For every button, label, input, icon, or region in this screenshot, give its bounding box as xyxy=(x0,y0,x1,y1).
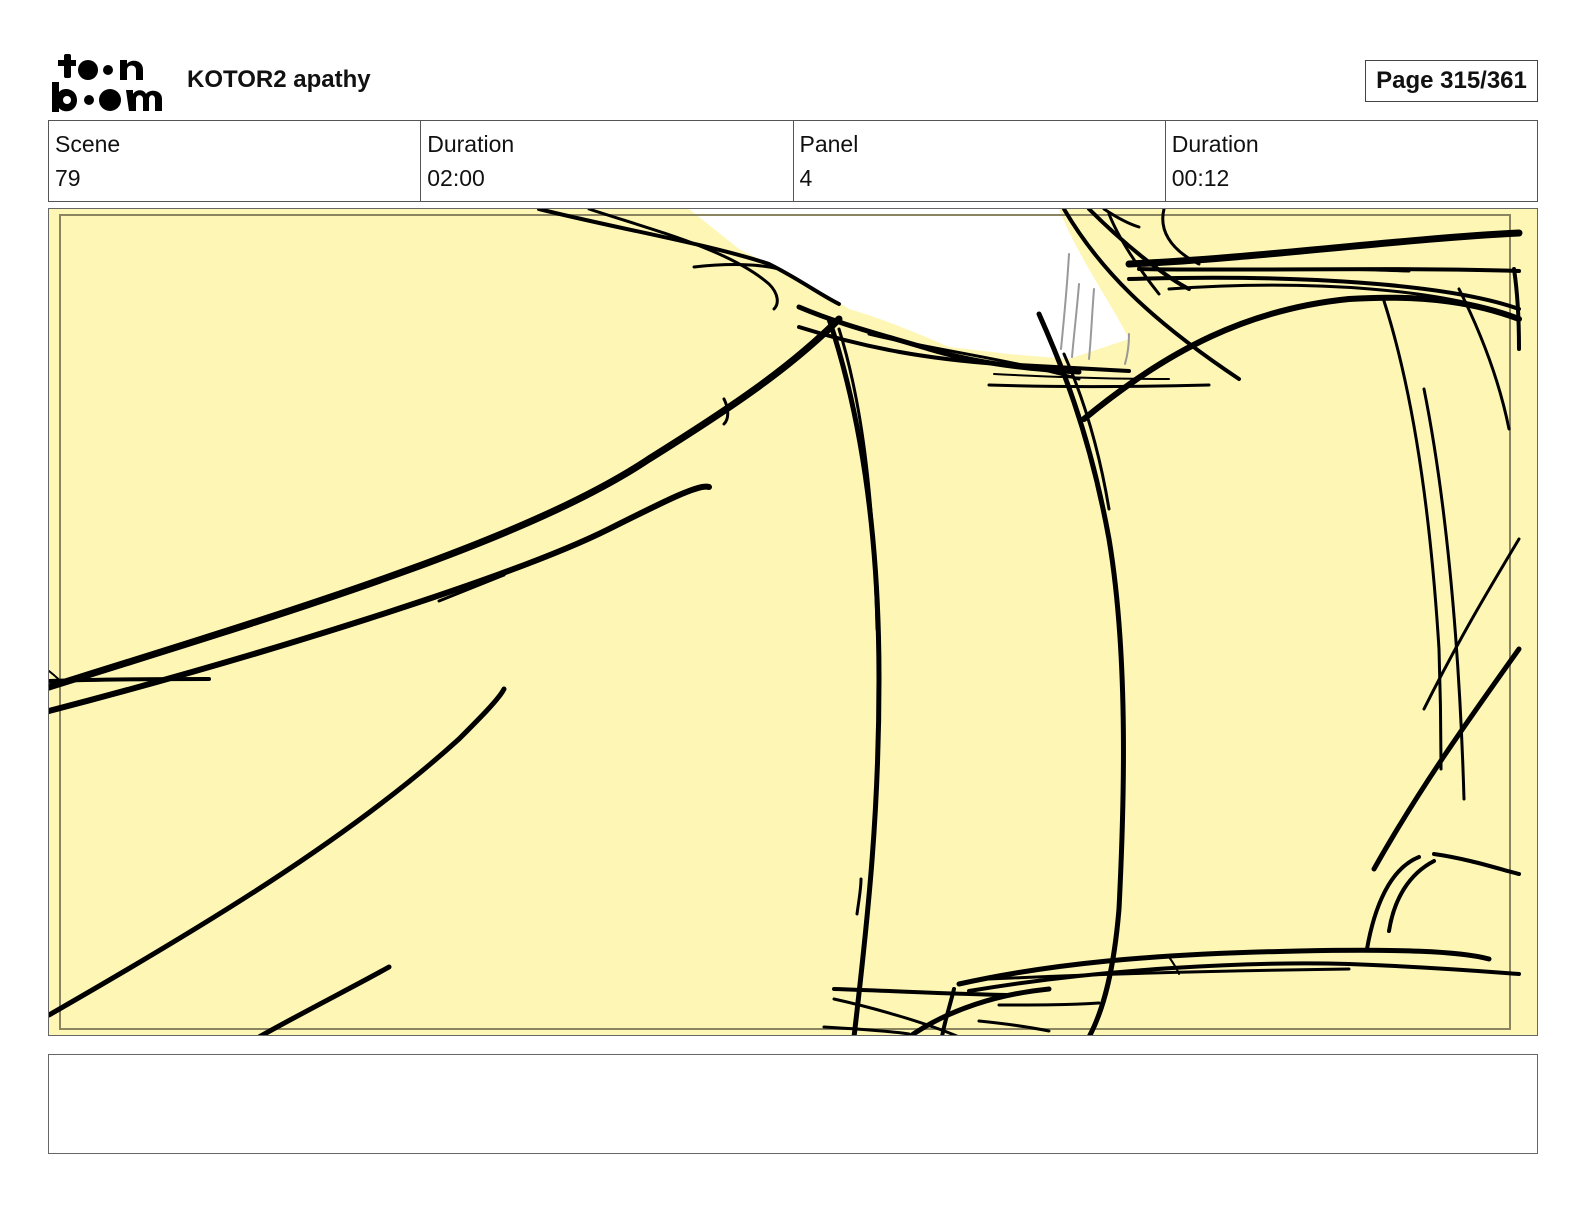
panel-fill xyxy=(49,209,1537,1035)
scene-duration-cell: Duration 02:00 xyxy=(421,121,794,201)
panel-duration-cell: Duration 00:12 xyxy=(1166,121,1537,201)
scene-label: Scene xyxy=(55,131,121,157)
scene-value: 79 xyxy=(55,165,81,191)
panel-cell: Panel 4 xyxy=(794,121,1166,201)
scene-duration-value: 02:00 xyxy=(427,165,485,191)
project-title: KOTOR2 apathy xyxy=(187,66,371,93)
panel-value: 4 xyxy=(799,165,813,191)
panel-info-table: Scene 79 Duration 02:00 Panel 4 Duration… xyxy=(48,120,1538,202)
panel-notes-box[interactable] xyxy=(48,1054,1538,1154)
scene-cell: Scene 79 xyxy=(49,121,422,201)
panel-sketch xyxy=(49,209,1537,1035)
storyboard-panel[interactable] xyxy=(48,208,1538,1036)
panel-label: Panel xyxy=(799,131,859,157)
toon-boom-logo xyxy=(50,48,166,114)
page-indicator: Page 315/361 xyxy=(1365,60,1538,102)
panel-duration-label: Duration xyxy=(1171,131,1259,157)
panel-duration-value: 00:12 xyxy=(1171,165,1230,191)
scene-duration-label: Duration xyxy=(427,131,515,157)
